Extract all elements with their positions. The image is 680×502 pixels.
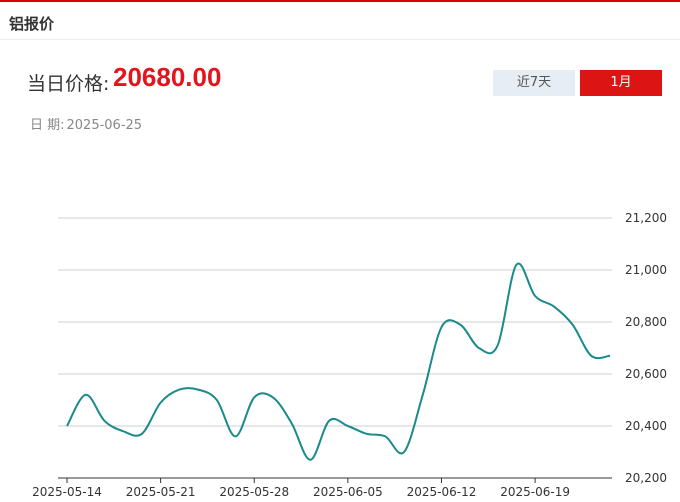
x-tick-label: 2025-06-19 bbox=[500, 485, 570, 499]
page-title: 铝报价 bbox=[9, 15, 55, 33]
y-tick-label: 21,000 bbox=[625, 263, 667, 277]
x-tick-label: 2025-05-21 bbox=[126, 485, 196, 499]
price-label: 当日价格: bbox=[27, 73, 110, 95]
range-7day-button[interactable]: 近7天 bbox=[493, 70, 575, 96]
header-bar: 铝报价 bbox=[0, 2, 680, 40]
y-tick-label: 21,200 bbox=[625, 211, 667, 225]
range-1month-button[interactable]: 1月 bbox=[580, 70, 662, 96]
x-tick-label: 2025-06-12 bbox=[407, 485, 477, 499]
x-tick-label: 2025-05-14 bbox=[32, 485, 102, 499]
y-tick-label: 20,800 bbox=[625, 315, 667, 329]
price-series-line bbox=[66, 262, 611, 461]
date-value: 2025-06-25 bbox=[66, 118, 143, 133]
date-row: 日 期: 2025-06-25 bbox=[30, 114, 142, 133]
price-value: 20680.00 bbox=[113, 62, 222, 92]
y-tick-label: 20,200 bbox=[625, 471, 667, 485]
y-tick-label: 20,400 bbox=[625, 419, 667, 433]
price-line-chart: 20,200 20,400 20,600 20,800 21,000 21,200 2025… bbox=[32, 211, 667, 499]
y-tick-label: 20,600 bbox=[625, 367, 667, 381]
date-label: 日 期: bbox=[30, 118, 65, 133]
x-tick-label: 2025-06-05 bbox=[313, 485, 383, 499]
x-tick-label: 2025-05-28 bbox=[219, 485, 289, 499]
